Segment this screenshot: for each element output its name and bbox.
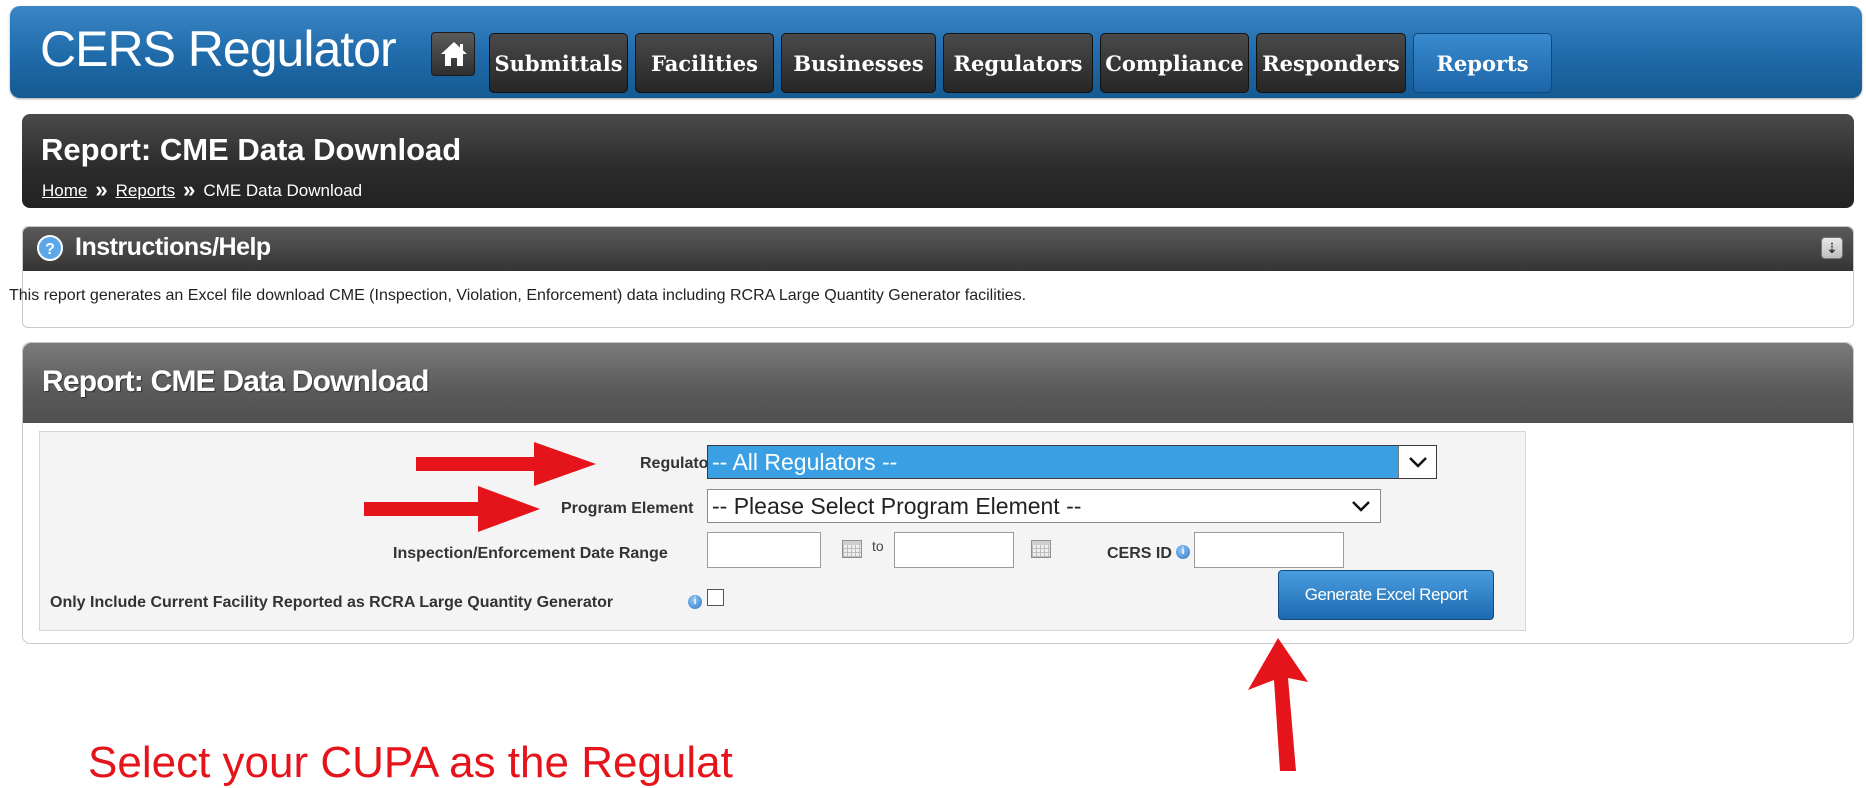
date-from-input[interactable] [707,532,821,568]
help-icon: ? [37,235,63,261]
instructions-header[interactable]: ? Instructions/Help ⇣ [23,227,1853,271]
home-icon [441,42,467,66]
instructions-text: This report generates an Excel file down… [9,287,1027,304]
cers-id-input[interactable] [1194,532,1344,568]
app-brand[interactable]: CERS Regulator [40,20,397,78]
calendar-icon[interactable] [1031,540,1051,558]
program-element-label: Program Element [561,500,694,517]
rcra-lqg-checkbox[interactable] [707,589,724,606]
breadcrumb: Home » Reports » CME Data Download [42,176,362,202]
date-range-label: Inspection/Enforcement Date Range [393,545,668,562]
annotation-note: Select your CUPA as the Regulat [88,738,733,787]
page-title: Report: CME Data Download [41,132,462,167]
annotation-arrow-generate [1248,638,1308,771]
nav-facilities[interactable]: Facilities [635,33,774,93]
report-form: Regulator -- All Regulators -- Program E… [39,431,1526,631]
cers-id-label: CERS ID [1107,545,1172,562]
chevron-down-icon [1409,457,1427,468]
breadcrumb-reports-link[interactable]: Reports [116,181,176,200]
regulator-select-value: -- All Regulators -- [712,448,898,475]
generate-excel-report-button[interactable]: Generate Excel Report [1278,570,1494,620]
svg-text:?: ? [45,241,55,258]
breadcrumb-home-link[interactable]: Home [42,181,87,200]
nav-reports[interactable]: Reports [1413,33,1552,93]
program-element-select-value: -- Please Select Program Element -- [712,492,1082,519]
instructions-title: Instructions/Help [75,233,271,261]
program-element-select[interactable]: -- Please Select Program Element -- [707,489,1381,523]
rcra-lqg-label: Only Include Current Facility Reported a… [50,594,614,611]
report-header: Report: CME Data Download [23,343,1853,423]
nav-compliance[interactable]: Compliance [1100,33,1249,93]
instructions-panel: ? Instructions/Help ⇣ This report genera… [9,226,1854,328]
annotation-arrow-regulator [416,442,596,486]
breadcrumb-separator: » [95,177,108,202]
report-title: Report: CME Data Download [42,365,429,398]
breadcrumb-separator: » [183,177,196,202]
info-icon[interactable]: i [1176,545,1190,559]
breadcrumb-current: CME Data Download [203,181,363,200]
home-button[interactable] [431,32,475,76]
info-icon[interactable]: i [688,595,702,609]
date-to-input[interactable] [894,532,1014,568]
chevron-down-icon [1352,501,1370,512]
top-navigation-bar: CERS Regulator Submittals Facilities Bus… [10,6,1862,98]
report-panel: Report: CME Data Download Regulator -- A… [22,342,1854,644]
annotation-arrow-program [364,486,540,532]
regulator-dropdown-button[interactable] [1398,446,1436,478]
regulator-label: Regulator [640,455,715,472]
nav-regulators[interactable]: Regulators [943,33,1093,93]
regulator-select[interactable]: -- All Regulators -- [707,445,1437,479]
nav-businesses[interactable]: Businesses [781,33,936,93]
page-title-panel: Report: CME Data Download Home » Reports » C… [22,114,1854,208]
nav-submittals[interactable]: Submittals [489,33,628,93]
to-label: to [872,538,884,554]
calendar-icon[interactable] [842,540,862,558]
nav-responders[interactable]: Responders [1256,33,1406,93]
collapse-toggle-icon[interactable]: ⇣ [1821,237,1843,259]
